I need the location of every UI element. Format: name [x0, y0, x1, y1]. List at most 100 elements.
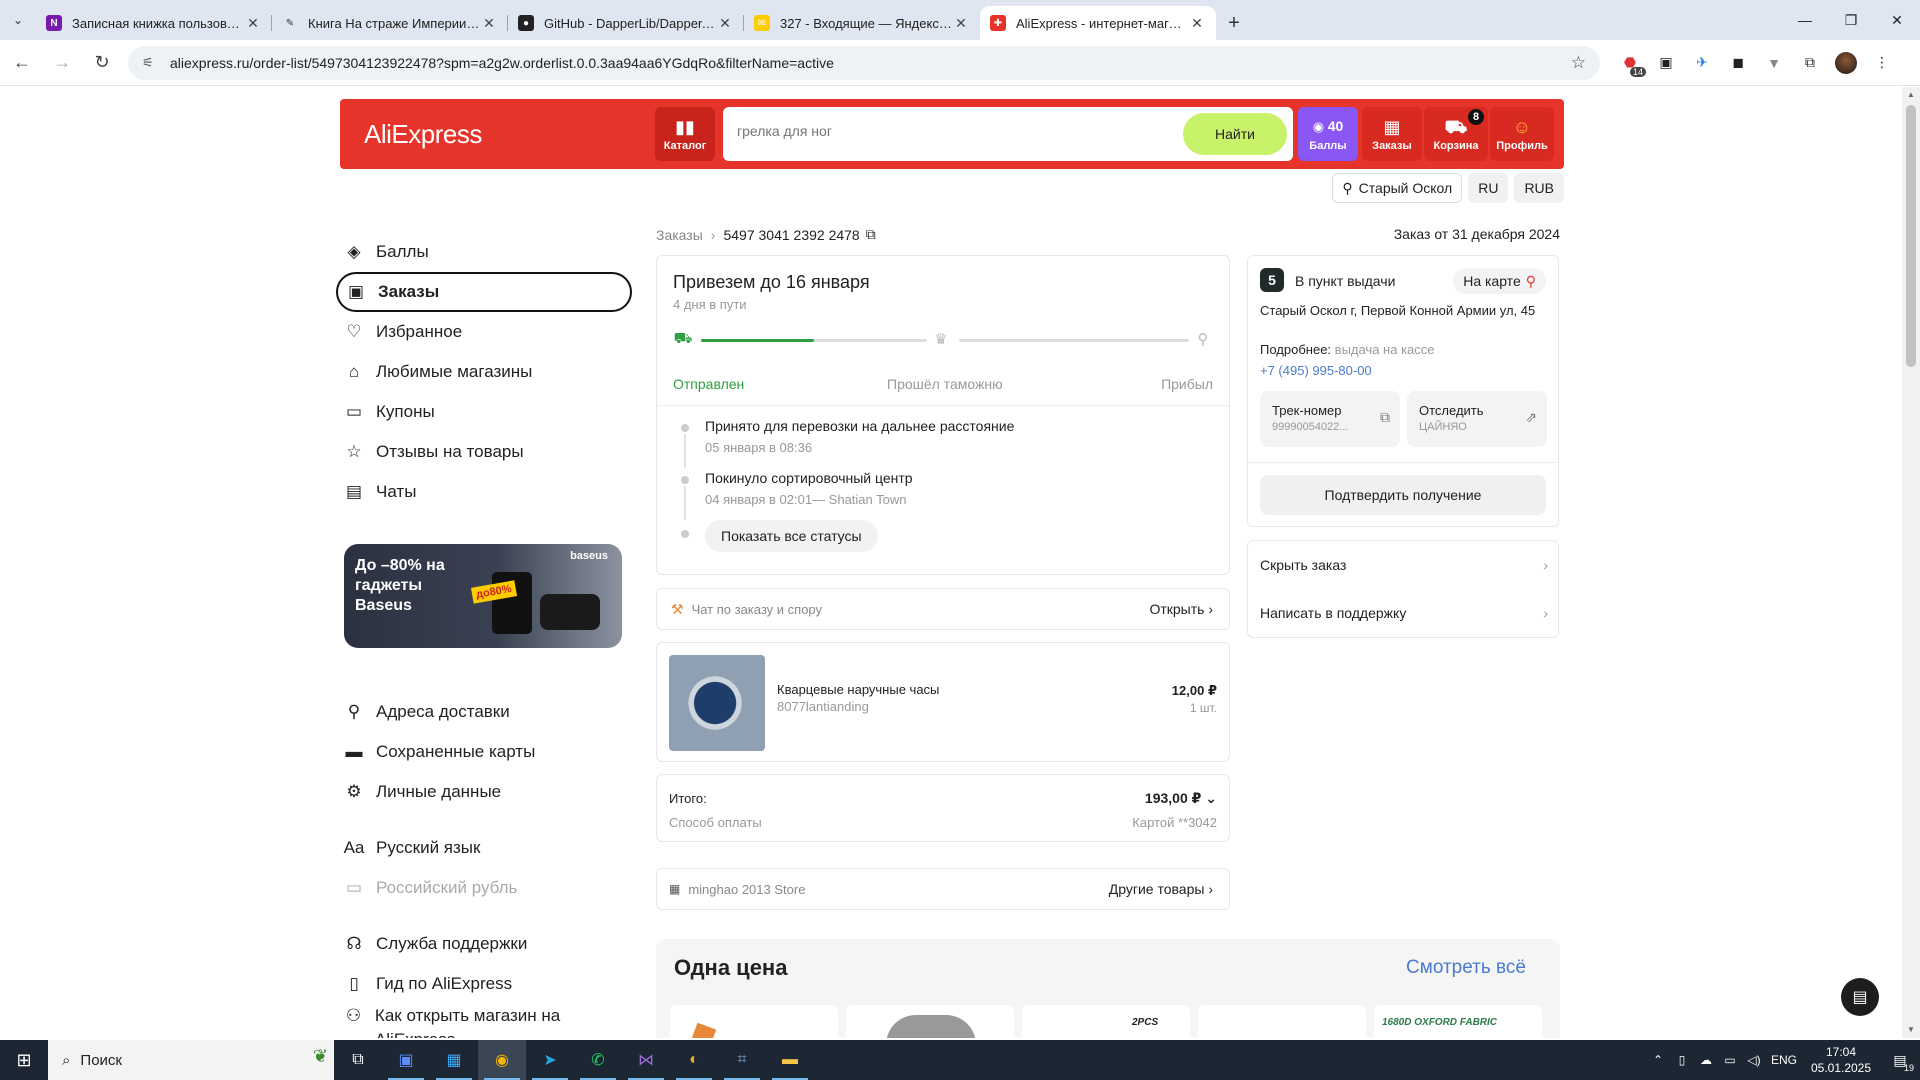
chat-open-link[interactable]: Открыть ›: [1149, 601, 1213, 617]
orders-button[interactable]: ▦ Заказы: [1362, 107, 1422, 161]
total-value[interactable]: 193,00 ₽ ⌄: [1145, 790, 1217, 807]
minimize-button[interactable]: —: [1782, 0, 1828, 40]
windows-start-icon[interactable]: ⊞: [0, 1040, 48, 1080]
office-app-icon[interactable]: ▦: [430, 1040, 478, 1080]
sidebar-item-gear[interactable]: ⚙ Личные данные: [336, 772, 632, 812]
extension-adblock-icon[interactable]: ⬣ 14: [1612, 47, 1648, 79]
tab-close-icon[interactable]: ✕: [244, 15, 262, 32]
sidebar-item-card[interactable]: ▬ Сохраненные карты: [336, 732, 632, 772]
address-bar[interactable]: ⚟ aliexpress.ru/order-list/5497304123922…: [128, 45, 1600, 80]
notifications-icon[interactable]: ▤ 19: [1880, 1052, 1920, 1073]
reco-product-thumb[interactable]: [1198, 1005, 1366, 1038]
scroll-down-icon[interactable]: ▼: [1902, 1022, 1920, 1038]
browser-menu-icon[interactable]: ⋮: [1864, 47, 1900, 79]
copy-icon[interactable]: ⧉: [1380, 409, 1390, 426]
extension-vpn-icon[interactable]: ▼: [1756, 47, 1792, 79]
catalog-button[interactable]: ▮▮ Каталог: [655, 107, 715, 161]
onedrive-icon[interactable]: ☁: [1694, 1053, 1718, 1067]
hide-order-row[interactable]: Скрыть заказ ›: [1260, 541, 1548, 589]
browser-tab[interactable]: ✎ Книга На страже Империи. То ✕: [272, 6, 508, 40]
taskbar-search[interactable]: ⌕ Поиск ❦: [48, 1040, 334, 1080]
sidebar-item-chat[interactable]: ▤ Чаты: [336, 472, 632, 512]
scroll-up-icon[interactable]: ▲: [1902, 87, 1920, 103]
track-follow-box[interactable]: Отследить ЦАЙНЯО ⇗: [1407, 391, 1547, 447]
save-app-icon[interactable]: ▣: [382, 1040, 430, 1080]
order-chat-row[interactable]: ⚒ Чат по заказу и спору Открыть ›: [656, 588, 1230, 630]
close-window-button[interactable]: ✕: [1874, 0, 1920, 40]
external-link-icon[interactable]: ⇗: [1525, 409, 1537, 426]
cart-button[interactable]: 8 ⛟ Корзина: [1424, 107, 1488, 161]
site-info-icon[interactable]: ⚟: [142, 55, 160, 71]
new-tab-button[interactable]: +: [1216, 6, 1252, 40]
clock[interactable]: 17:04 05.01.2025: [1802, 1044, 1880, 1076]
confirm-receipt-button[interactable]: Подтвердить получение: [1260, 475, 1546, 515]
baseus-promo-banner[interactable]: До –80% на гаджеты Baseus baseus до80%: [344, 544, 622, 648]
git-client-app-icon[interactable]: ◐: [670, 1040, 718, 1080]
browser-tab[interactable]: ● GitHub - DapperLib/Dapper.Co ✕: [508, 6, 744, 40]
bookmark-star-icon[interactable]: ☆: [1571, 53, 1586, 73]
city-selector[interactable]: ⚲ Старый Оскол: [1332, 173, 1463, 203]
tray-app-icon[interactable]: ▯: [1670, 1053, 1694, 1067]
telegram-app-icon[interactable]: ➤: [526, 1040, 574, 1080]
file-explorer-app-icon[interactable]: ▬: [766, 1040, 814, 1080]
extension-media-icon[interactable]: ▣: [1648, 47, 1684, 79]
see-all-link[interactable]: Смотреть всё: [1406, 957, 1526, 979]
browser-tab[interactable]: N Записная книжка пользовате ✕: [36, 6, 272, 40]
browser-tab[interactable]: ✚ AliExpress - интернет-магазин ✕: [980, 6, 1216, 40]
tab-close-icon[interactable]: ✕: [480, 15, 498, 32]
forward-button[interactable]: →: [44, 45, 80, 81]
show-all-statuses-button[interactable]: Показать все статусы: [705, 520, 878, 552]
input-language[interactable]: ENG: [1766, 1053, 1802, 1067]
sidebar-item-language[interactable]: Aa Русский язык: [336, 828, 632, 868]
sidebar-item-star[interactable]: ☆ Отзывы на товары: [336, 432, 632, 472]
reco-product-thumb[interactable]: 1680D OXFORD FABRIC: [1374, 1005, 1542, 1038]
aliexpress-logo[interactable]: AliExpress: [364, 119, 482, 150]
points-button[interactable]: ◉ 40 Баллы: [1298, 107, 1358, 161]
support-row[interactable]: Написать в поддержку ›: [1260, 589, 1548, 637]
back-button[interactable]: ←: [4, 45, 40, 81]
task-view-icon[interactable]: ⧉: [334, 1040, 382, 1080]
browser-tab[interactable]: ✉ 327 - Входящие — Яндекс Поч ✕: [744, 6, 980, 40]
show-on-map-button[interactable]: На карте ⚲: [1453, 268, 1546, 294]
sidebar-item-store[interactable]: ⌂ Любимые магазины: [336, 352, 632, 392]
language-selector[interactable]: RU: [1468, 173, 1509, 203]
sidebar-item-location-pin[interactable]: ⚲ Адреса доставки: [336, 692, 632, 732]
track-number-box[interactable]: Трек-номер 99990054022... ⧉: [1260, 391, 1400, 447]
sidebar-item-guide-book[interactable]: ▯ Гид по AliExpress: [336, 964, 632, 1004]
tab-search-button[interactable]: ⌄: [0, 0, 36, 40]
extension-translate-icon[interactable]: ✈: [1684, 47, 1720, 79]
sql-app-icon[interactable]: ⌗: [718, 1040, 766, 1080]
search-input[interactable]: [737, 123, 1137, 139]
profile-avatar[interactable]: [1828, 47, 1864, 79]
extension-game-icon[interactable]: ◼: [1720, 47, 1756, 79]
sidebar-item-heart[interactable]: ♡ Избранное: [336, 312, 632, 352]
visual-studio-app-icon[interactable]: ⋈: [622, 1040, 670, 1080]
chat-support-fab[interactable]: ▤: [1841, 978, 1879, 1016]
reload-button[interactable]: ↻: [84, 45, 120, 81]
reco-product-thumb[interactable]: [846, 1005, 1014, 1038]
restore-button[interactable]: ❐: [1828, 0, 1874, 40]
order-item[interactable]: Кварцевые наручные часы 8077lantianding …: [656, 642, 1230, 762]
currency-selector[interactable]: RUB: [1514, 173, 1564, 203]
network-icon[interactable]: ▭: [1718, 1053, 1742, 1067]
other-items-link[interactable]: Другие товары ›: [1109, 881, 1213, 897]
sidebar-item-box[interactable]: ▣ Заказы: [336, 272, 632, 312]
sidebar-item-shop-open[interactable]: ⚇ Как открыть магазин на AliExpress: [336, 1004, 632, 1038]
item-name[interactable]: Кварцевые наручные часы: [777, 682, 939, 697]
scrollbar-thumb[interactable]: [1906, 105, 1916, 367]
reco-product-thumb[interactable]: 2PCS: [1022, 1005, 1190, 1038]
sidebar-item-points[interactable]: ◈ Баллы: [336, 232, 632, 272]
whatsapp-app-icon[interactable]: ✆: [574, 1040, 622, 1080]
tab-close-icon[interactable]: ✕: [952, 15, 970, 32]
tab-close-icon[interactable]: ✕: [716, 15, 734, 32]
search-button[interactable]: Найти: [1183, 113, 1287, 155]
pickup-phone[interactable]: +7 (495) 995-80-00: [1260, 363, 1372, 378]
profile-button[interactable]: ☺ Профиль: [1490, 107, 1554, 161]
volume-icon[interactable]: ◁): [1742, 1053, 1766, 1067]
reco-product-thumb[interactable]: [670, 1005, 838, 1038]
store-row[interactable]: ▦ minghao 2013 Store Другие товары ›: [656, 868, 1230, 910]
sidebar-item-headset[interactable]: ☊ Служба поддержки: [336, 924, 632, 964]
chrome-app-icon[interactable]: ◉: [478, 1040, 526, 1080]
breadcrumb-orders-link[interactable]: Заказы: [656, 227, 703, 243]
watch-product-image[interactable]: [669, 655, 765, 751]
